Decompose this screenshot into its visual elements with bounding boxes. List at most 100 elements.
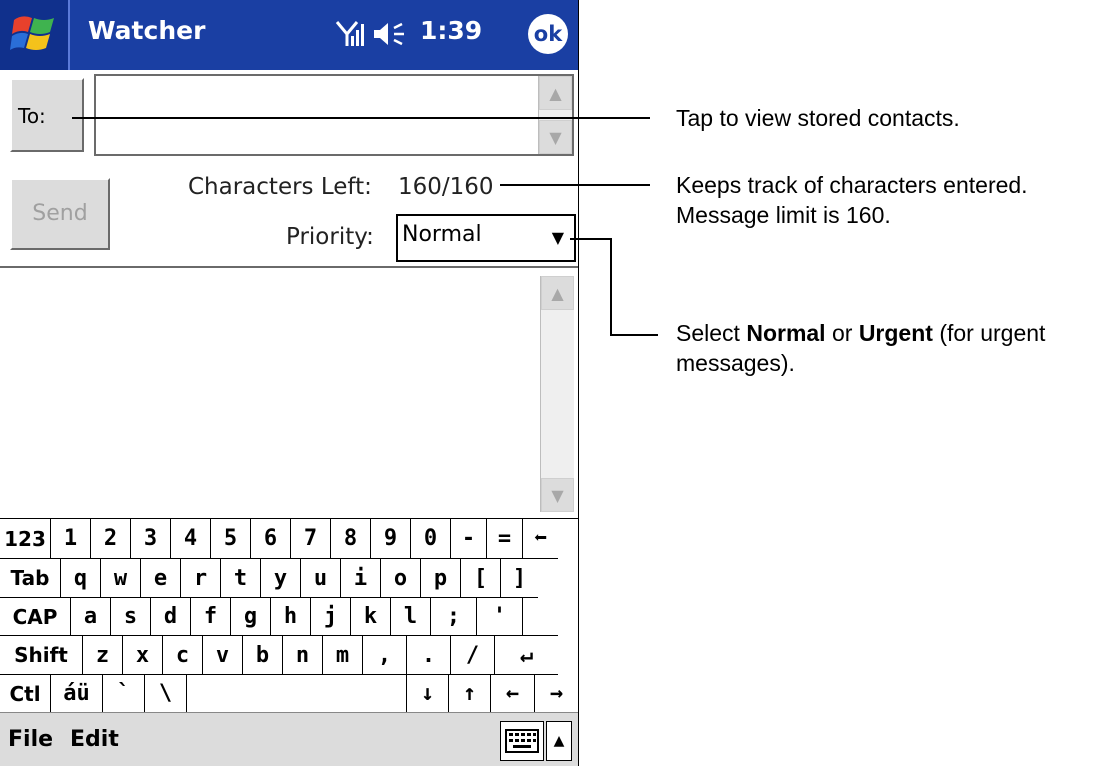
key[interactable]: ; (430, 598, 476, 636)
start-button[interactable] (0, 0, 70, 70)
key[interactable]: c (162, 636, 202, 675)
key[interactable]: n (282, 636, 322, 675)
key[interactable]: h (270, 598, 310, 636)
signal-icon[interactable] (335, 18, 365, 48)
key[interactable]: 6 (250, 519, 290, 559)
key[interactable]: i (340, 559, 380, 598)
key[interactable]: f (190, 598, 230, 636)
key[interactable]: \ (144, 675, 186, 713)
keyboard-row-1: 123 1 2 3 4 5 6 7 8 9 0 - = ⬅ (0, 519, 578, 559)
enter-key[interactable]: ↵ (494, 636, 558, 675)
key[interactable]: . (406, 636, 450, 675)
key[interactable]: 5 (210, 519, 250, 559)
keyboard-row-2: Tab q w e r t y u i o p [ ] (0, 559, 578, 598)
menu-file[interactable]: File (8, 727, 53, 752)
key[interactable]: / (450, 636, 494, 675)
to-button[interactable]: To: (10, 78, 84, 152)
callout-priority-or: or (825, 320, 859, 346)
to-label: To: (18, 104, 46, 128)
keyboard-row-4: Shift z x c v b n m , . / ↵ (0, 636, 578, 675)
space-key[interactable] (186, 675, 406, 713)
key[interactable]: p (420, 559, 460, 598)
key[interactable]: 3 (130, 519, 170, 559)
scroll-up-icon[interactable]: ▲ (539, 76, 572, 110)
key[interactable]: u (300, 559, 340, 598)
key[interactable]: e (140, 559, 180, 598)
callout-priority-urgent: Urgent (858, 320, 933, 346)
key[interactable]: 0 (410, 519, 450, 559)
clock[interactable]: 1:39 (420, 16, 482, 45)
key[interactable]: 2 (90, 519, 130, 559)
soft-keyboard: 123 1 2 3 4 5 6 7 8 9 0 - = ⬅ Tab q w e … (0, 518, 578, 713)
key[interactable]: , (362, 636, 406, 675)
key[interactable]: y (260, 559, 300, 598)
key-accents[interactable]: áü (50, 675, 102, 713)
key[interactable]: g (230, 598, 270, 636)
key[interactable]: [ (460, 559, 500, 598)
key[interactable]: q (60, 559, 100, 598)
scroll-down-icon[interactable]: ▼ (541, 478, 574, 512)
keyboard-icon[interactable] (500, 721, 544, 761)
priority-dropdown[interactable]: Normal ▼ (396, 214, 576, 262)
key[interactable]: v (202, 636, 242, 675)
arrow-right-key[interactable]: → (534, 675, 578, 713)
menu-edit[interactable]: Edit (70, 727, 119, 752)
key[interactable]: ' (476, 598, 522, 636)
callout-line-characters (500, 184, 650, 186)
key[interactable]: j (310, 598, 350, 636)
callout-characters: Keeps track of characters entered. Messa… (676, 170, 1028, 230)
key-tab[interactable]: Tab (0, 559, 60, 598)
send-button[interactable]: Send (10, 178, 110, 250)
key-ctl[interactable]: Ctl (0, 675, 50, 713)
arrow-down-key[interactable]: ↓ (406, 675, 448, 713)
key[interactable]: o (380, 559, 420, 598)
key[interactable]: t (220, 559, 260, 598)
key[interactable]: w (100, 559, 140, 598)
ok-button[interactable]: ok (528, 14, 568, 54)
key[interactable]: z (82, 636, 122, 675)
scroll-down-icon[interactable]: ▼ (539, 120, 572, 154)
key[interactable]: d (150, 598, 190, 636)
key[interactable]: 1 (50, 519, 90, 559)
arrow-up-key[interactable]: ↑ (448, 675, 490, 713)
callout-line-priority-a (570, 238, 612, 240)
characters-left-value: 160/160 (398, 174, 494, 200)
key[interactable]: b (242, 636, 282, 675)
key[interactable]: s (110, 598, 150, 636)
priority-value: Normal (402, 222, 482, 247)
callout-contacts-text: Tap to view stored contacts. (676, 105, 960, 131)
key[interactable]: - (450, 519, 486, 559)
key[interactable]: a (70, 598, 110, 636)
key[interactable]: ] (500, 559, 538, 598)
message-body-field[interactable]: ▲ ▼ (0, 268, 578, 518)
key-blank[interactable] (522, 598, 558, 636)
input-menu-arrow-icon[interactable]: ▲ (546, 721, 572, 761)
key-123[interactable]: 123 (0, 519, 50, 559)
title-bar: Watcher 1:39 ok (0, 0, 578, 70)
callout-line-contacts (72, 117, 650, 119)
key[interactable]: 4 (170, 519, 210, 559)
to-scrollbar[interactable]: ▲ ▼ (538, 76, 572, 154)
key[interactable]: 8 (330, 519, 370, 559)
device-screen: Watcher 1:39 ok To: ▲ ▼ Send Characters … (0, 0, 579, 766)
scroll-up-icon[interactable]: ▲ (541, 276, 574, 310)
key[interactable]: r (180, 559, 220, 598)
keyboard-row-3: CAP a s d f g h j k l ; ' (0, 598, 578, 636)
volume-icon[interactable] (372, 20, 408, 48)
key[interactable]: = (486, 519, 522, 559)
arrow-left-key[interactable]: ← (490, 675, 534, 713)
key[interactable]: 9 (370, 519, 410, 559)
key-shift[interactable]: Shift (0, 636, 82, 675)
key[interactable]: l (390, 598, 430, 636)
dropdown-arrow-icon[interactable]: ▼ (552, 228, 564, 247)
key[interactable]: x (122, 636, 162, 675)
key-cap[interactable]: CAP (0, 598, 70, 636)
key[interactable]: m (322, 636, 362, 675)
key[interactable]: ` (102, 675, 144, 713)
key[interactable]: 7 (290, 519, 330, 559)
backspace-key[interactable]: ⬅ (522, 519, 558, 559)
callout-priority: Select Normal or Urgent (for urgent mess… (676, 318, 1102, 378)
to-field[interactable]: ▲ ▼ (94, 74, 574, 156)
key[interactable]: k (350, 598, 390, 636)
body-scrollbar[interactable]: ▲ ▼ (540, 276, 574, 512)
